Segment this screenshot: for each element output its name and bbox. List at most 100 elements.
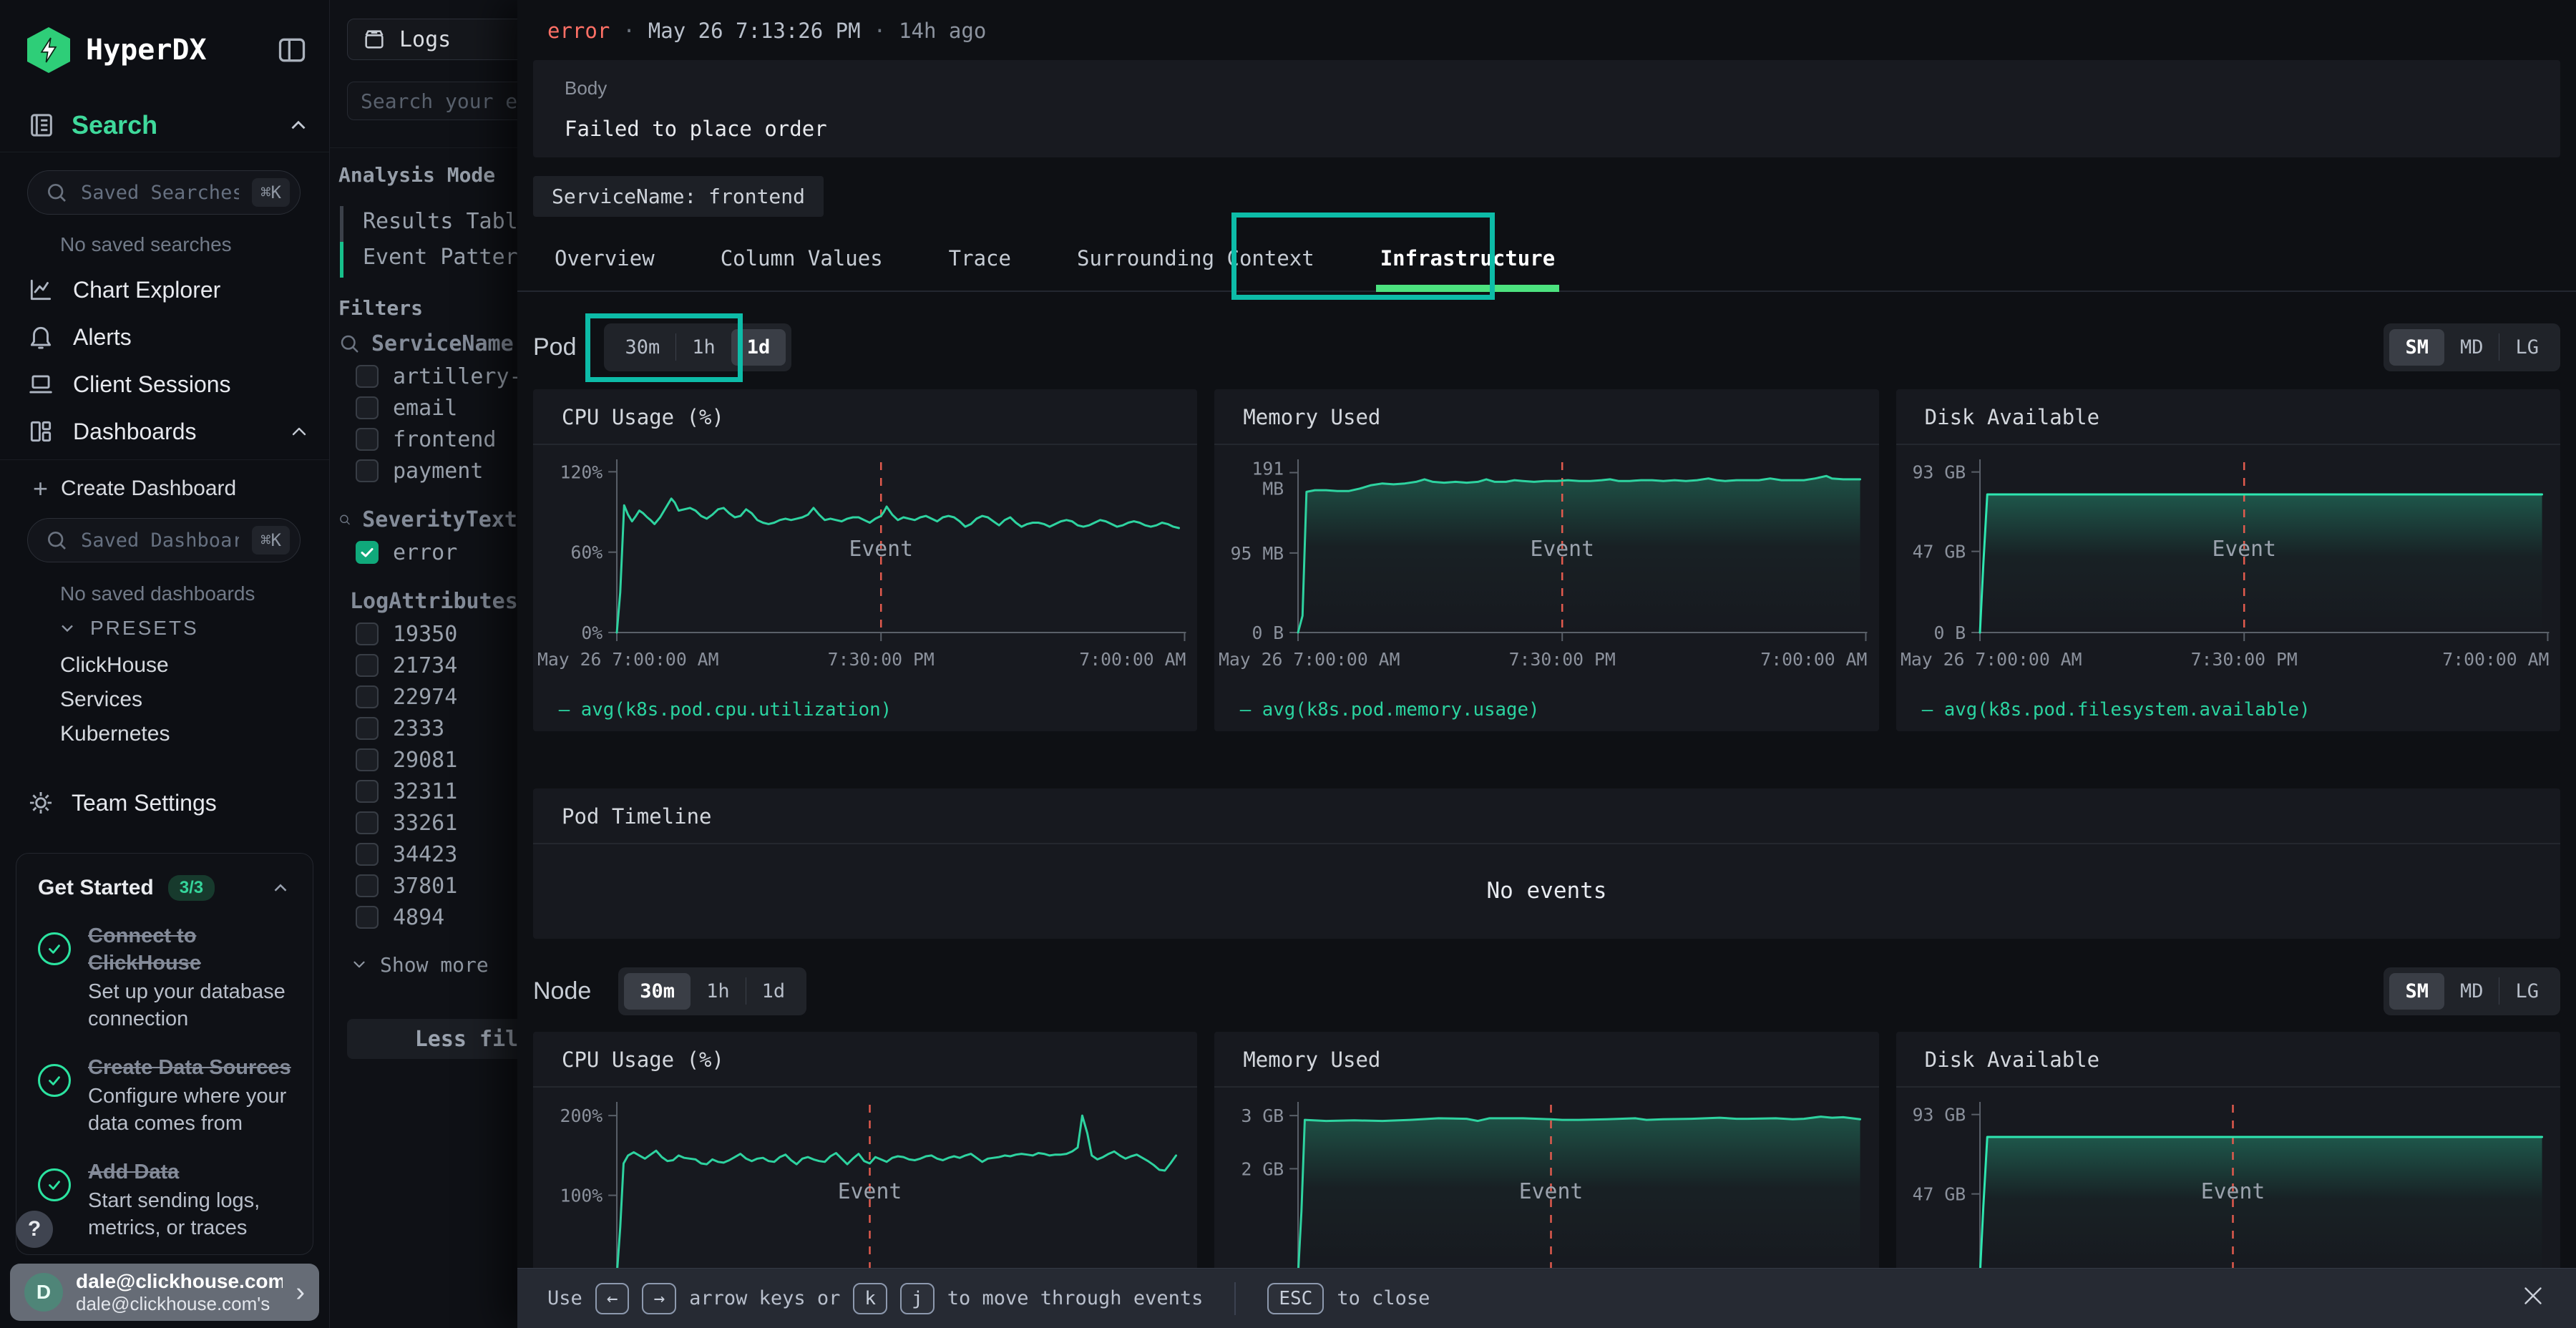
chart-card-pod-mem: Memory Used191MB95 MB0 BMay 26 7:00:00 A…: [1214, 389, 1878, 731]
get-started-item-title: Add Data: [88, 1158, 291, 1186]
preset-clickhouse[interactable]: ClickHouse: [60, 648, 315, 683]
node-size-sm[interactable]: SM: [2389, 973, 2444, 1010]
sidebar-item-alerts[interactable]: Alerts: [0, 313, 329, 361]
checkbox[interactable]: [356, 654, 379, 677]
get-started-item-connect-to-clickhouse[interactable]: Connect to ClickHouseSet up your databas…: [38, 922, 291, 1032]
checkbox[interactable]: [356, 780, 379, 803]
service-name-chip[interactable]: ServiceName: frontend: [533, 176, 824, 217]
node-size-control: SMMDLG: [2384, 967, 2560, 1015]
filter-option-33261[interactable]: 33261: [338, 807, 517, 839]
less-filters-button[interactable]: Less fil: [347, 1019, 517, 1059]
node-range-1d[interactable]: 1d: [746, 973, 801, 1010]
get-started-item-add-data[interactable]: Add DataStart sending logs, metrics, or …: [38, 1158, 291, 1241]
checkbox[interactable]: [356, 843, 379, 866]
key-esc: ESC: [1267, 1283, 1324, 1314]
node-range-1h[interactable]: 1h: [691, 973, 746, 1010]
checkbox[interactable]: [356, 396, 379, 419]
get-started-item-desc: Set up your database connection: [88, 978, 291, 1032]
sidebar-collapse-icon[interactable]: [273, 31, 311, 69]
filter-group-header-logattributes: LogAttributes: [338, 584, 517, 618]
get-started-item-create-data-sources[interactable]: Create Data SourcesConfigure where your …: [38, 1054, 291, 1137]
filter-option-label: frontend: [393, 427, 497, 452]
event-search-input[interactable]: Search your ev: [347, 82, 517, 120]
svg-text:3 GB: 3 GB: [1241, 1105, 1284, 1126]
tab-infrastructure[interactable]: Infrastructure: [1380, 226, 1555, 290]
sidebar-item-chart-explorer[interactable]: Chart Explorer: [0, 266, 329, 313]
checkbox[interactable]: [356, 717, 379, 740]
mode-results-table[interactable]: Results Table: [363, 209, 517, 234]
check-circle-icon: [38, 932, 71, 965]
svg-text:7:30:00 PM: 7:30:00 PM: [2190, 649, 2297, 670]
checkbox-checked[interactable]: [356, 541, 379, 564]
user-account-chip[interactable]: D dale@clickhouse.com dale@clickhouse.co…: [10, 1264, 319, 1321]
checkbox[interactable]: [356, 622, 379, 645]
chevron-up-icon[interactable]: [270, 877, 291, 899]
pod-range-1h[interactable]: 1h: [676, 329, 731, 366]
body-value: Failed to place order: [565, 117, 2529, 141]
checkbox[interactable]: [356, 874, 379, 897]
filter-option-2333[interactable]: 2333: [338, 713, 517, 744]
sidebar-nav: Chart ExplorerAlerts Client Sessions Dashb…: [0, 266, 329, 455]
saved-searches-input[interactable]: Saved Searches ⌘K: [27, 170, 301, 215]
filter-group-name: ServiceName: [371, 331, 514, 356]
chart-plot-pod-mem: 191MB95 MB0 BMay 26 7:00:00 AM7:30:00 PM…: [1214, 446, 1878, 731]
preset-services[interactable]: Services: [60, 683, 315, 717]
checkbox[interactable]: [356, 906, 379, 929]
filter-option-artillery-loa[interactable]: artillery-loa: [338, 361, 517, 392]
help-button[interactable]: ?: [16, 1211, 53, 1248]
show-more-button[interactable]: Show more: [338, 949, 517, 980]
filter-option-frontend[interactable]: frontend: [338, 424, 517, 455]
checkbox[interactable]: [356, 459, 379, 482]
svg-text:60%: 60%: [570, 542, 602, 563]
dot-separator: ·: [623, 19, 635, 43]
pod-range-1d[interactable]: 1d: [731, 329, 786, 366]
chart-legend-pod-cpu: — avg(k8s.pod.cpu.utilization): [559, 699, 892, 721]
filter-option-error[interactable]: error: [338, 537, 517, 568]
checkbox[interactable]: [356, 428, 379, 451]
search-section-label: Search: [72, 110, 270, 140]
filter-option-21734[interactable]: 21734: [338, 650, 517, 681]
checkbox[interactable]: [356, 365, 379, 388]
sidebar-item-dashboards[interactable]: Dashboards: [0, 408, 329, 455]
pod-size-md[interactable]: MD: [2444, 329, 2499, 366]
pod-size-sm[interactable]: SM: [2389, 329, 2444, 366]
team-settings-button[interactable]: Team Settings: [27, 781, 311, 824]
filter-option-email[interactable]: email: [338, 392, 517, 424]
tab-trace[interactable]: Trace: [949, 226, 1011, 290]
filter-option-4894[interactable]: 4894: [338, 902, 517, 933]
saved-dashboards-input[interactable]: Saved Dashboards ⌘K: [27, 518, 301, 562]
checkbox[interactable]: [356, 748, 379, 771]
filter-option-label: payment: [393, 459, 483, 484]
filter-option-22974[interactable]: 22974: [338, 681, 517, 713]
source-selector-button[interactable]: Logs: [347, 19, 517, 60]
filter-option-payment[interactable]: payment: [338, 455, 517, 487]
checkbox[interactable]: [356, 811, 379, 834]
filter-option-34423[interactable]: 34423: [338, 839, 517, 870]
node-range-30m[interactable]: 30m: [624, 973, 691, 1010]
sidebar-item-label: Client Sessions: [73, 371, 311, 398]
sidebar-section-search[interactable]: Search: [27, 104, 311, 146]
chart-icon: [27, 276, 54, 303]
sidebar-item-client-sessions[interactable]: Client Sessions: [0, 361, 329, 408]
brand-title: HyperDX: [86, 34, 273, 67]
filter-option-19350[interactable]: 19350: [338, 618, 517, 650]
node-size-md[interactable]: MD: [2444, 973, 2499, 1010]
node-size-lg[interactable]: LG: [2499, 973, 2555, 1010]
mode-event-patterns[interactable]: Event Patterns: [363, 245, 517, 270]
close-button[interactable]: [2520, 1283, 2546, 1314]
filter-option-32311[interactable]: 32311: [338, 776, 517, 807]
tab-overview[interactable]: Overview: [555, 226, 655, 290]
logo-row: HyperDX: [27, 24, 311, 76]
preset-kubernetes[interactable]: Kubernetes: [60, 717, 315, 751]
tab-surrounding-context[interactable]: Surrounding Context: [1077, 226, 1314, 290]
filter-option-37801[interactable]: 37801: [338, 870, 517, 902]
svg-text:Event: Event: [1531, 537, 1595, 562]
pod-size-lg[interactable]: LG: [2499, 329, 2555, 366]
pod-range-30m[interactable]: 30m: [610, 329, 676, 366]
create-dashboard-button[interactable]: + Create Dashboard: [33, 471, 236, 507]
presets-toggle[interactable]: PRESETS: [57, 617, 199, 640]
tab-column-values[interactable]: Column Values: [721, 226, 883, 290]
hyperdx-app: HyperDX Search Saved Searches ⌘K No save…: [0, 0, 2576, 1328]
filter-option-29081[interactable]: 29081: [338, 744, 517, 776]
checkbox[interactable]: [356, 685, 379, 708]
